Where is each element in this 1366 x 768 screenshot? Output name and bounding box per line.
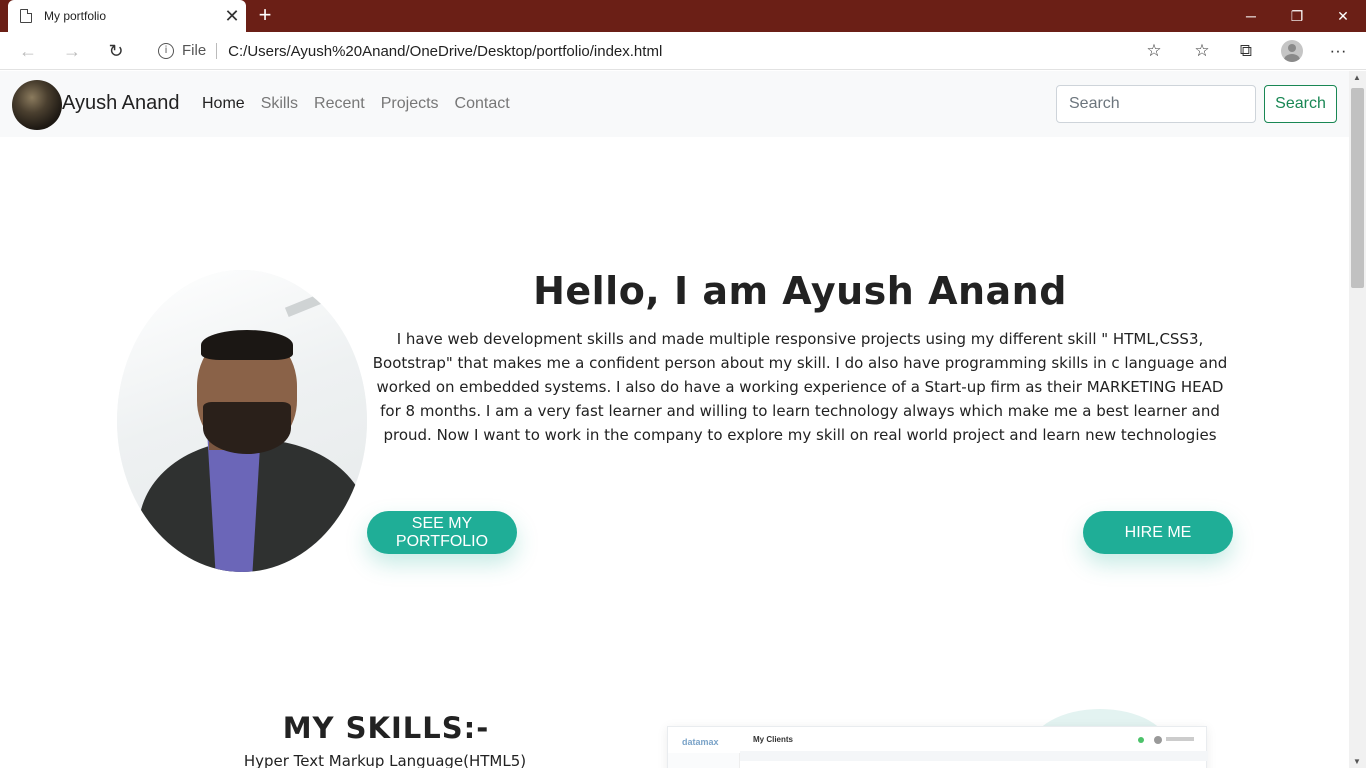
hire-me-button[interactable]: HIRE ME — [1083, 511, 1233, 554]
address-bar[interactable]: i File C:/Users/Ayush%20Anand/OneDrive/D… — [144, 36, 1174, 66]
see-portfolio-button[interactable]: SEE MY PORTFOLIO — [367, 511, 517, 554]
brand-avatar[interactable] — [12, 80, 62, 130]
nav-link-projects[interactable]: Projects — [381, 95, 439, 113]
back-icon[interactable]: ← — [14, 38, 42, 64]
tab-title: My portfolio — [44, 9, 107, 23]
browser-toolbar: ← → ↻ i File C:/Users/Ayush%20Anand/OneD… — [0, 32, 1366, 70]
collections-icon[interactable]: ⧉ — [1234, 40, 1258, 62]
url-text[interactable]: C:/Users/Ayush%20Anand/OneDrive/Desktop/… — [228, 43, 662, 60]
nav-link-home[interactable]: Home — [202, 95, 245, 113]
restore-icon[interactable]: ❐ — [1274, 0, 1320, 32]
vertical-scrollbar[interactable]: ▲ ▼ — [1349, 71, 1366, 768]
photo-beard — [203, 402, 291, 454]
forward-icon[interactable]: → — [58, 38, 86, 64]
nav-links: Home Skills Recent Projects Contact — [202, 95, 526, 113]
hero-heading: Hello, I am Ayush Anand — [533, 269, 1067, 313]
page-icon — [20, 9, 32, 23]
profile-photo — [117, 270, 367, 572]
more-icon[interactable]: ··· — [1326, 40, 1350, 62]
minimize-icon[interactable]: ─ — [1228, 0, 1274, 32]
mockup-status-dot — [1138, 737, 1144, 743]
dashboard-mockup-image: datamax My Clients — [667, 726, 1208, 768]
nav-link-recent[interactable]: Recent — [314, 95, 365, 113]
scroll-down-icon[interactable]: ▼ — [1353, 757, 1361, 766]
mockup-user-label — [1166, 737, 1194, 741]
scroll-up-icon[interactable]: ▲ — [1353, 73, 1361, 82]
close-window-icon[interactable]: ✕ — [1320, 0, 1366, 32]
hero-description: I have web development skills and made m… — [372, 330, 1228, 444]
mockup-sidebar — [668, 753, 740, 768]
favorites-icon[interactable]: ☆ — [1190, 40, 1214, 62]
browser-tab[interactable]: My portfolio ✕ — [8, 0, 246, 32]
reload-icon[interactable]: ↻ — [102, 38, 130, 64]
mockup-header-bar — [740, 751, 1208, 761]
search-button[interactable]: Search — [1264, 85, 1337, 123]
nav-link-contact[interactable]: Contact — [455, 95, 510, 113]
window-controls: ─ ❐ ✕ — [1228, 0, 1366, 32]
mockup-avatar — [1154, 736, 1162, 744]
mockup-logo: datamax — [682, 737, 719, 747]
close-tab-icon[interactable]: ✕ — [218, 6, 246, 27]
skill-item: Hyper Text Markup Language(HTML5) — [243, 752, 527, 768]
file-label: File — [182, 43, 218, 59]
search-input[interactable] — [1056, 85, 1256, 123]
scrollbar-thumb[interactable] — [1351, 88, 1364, 288]
brand-name[interactable]: Ayush Anand — [62, 92, 180, 115]
add-favorite-icon[interactable]: ☆ — [1142, 40, 1166, 62]
info-icon[interactable]: i — [158, 43, 174, 59]
site-navbar: Ayush Anand Home Skills Recent Projects … — [0, 71, 1349, 137]
profile-icon[interactable] — [1281, 40, 1303, 62]
nav-link-skills[interactable]: Skills — [261, 95, 298, 113]
new-tab-icon[interactable]: + — [252, 3, 278, 29]
browser-titlebar: My portfolio ✕ + ─ ❐ ✕ — [0, 0, 1366, 32]
mockup-title: My Clients — [753, 735, 794, 744]
skills-heading: MY SKILLS:- — [282, 711, 490, 745]
photo-hair — [201, 330, 293, 360]
page-viewport: Ayush Anand Home Skills Recent Projects … — [0, 71, 1349, 768]
